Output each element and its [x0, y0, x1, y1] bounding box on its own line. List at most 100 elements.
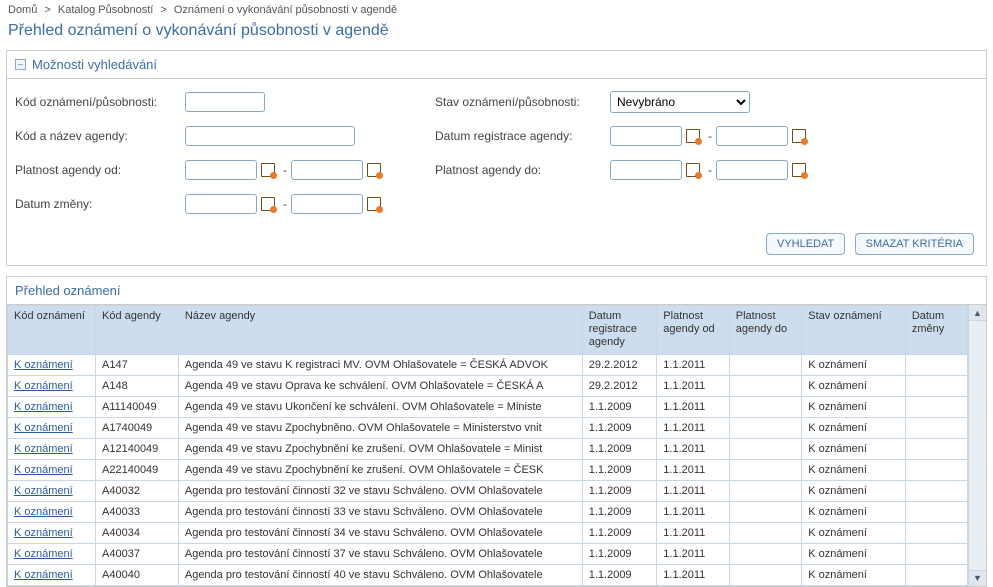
- oznameni-link[interactable]: K oznámení: [14, 485, 73, 497]
- table-header[interactable]: Kód agendy: [96, 306, 179, 355]
- breadcrumb-item[interactable]: Domů: [8, 4, 37, 16]
- table-cell: K oznámení: [802, 354, 906, 375]
- input-platnost-do-to[interactable]: [716, 160, 788, 180]
- oznameni-link[interactable]: K oznámení: [14, 527, 73, 539]
- oznameni-link[interactable]: K oznámení: [14, 359, 73, 371]
- table-cell: 1.1.2009: [582, 564, 657, 585]
- table-header[interactable]: Stav oznámení: [802, 306, 906, 355]
- input-datum-registrace-from[interactable]: [610, 126, 682, 146]
- table-cell: 1.1.2011: [657, 396, 729, 417]
- table-cell: Agenda 49 ve stavu Zpochybnění ke zrušen…: [178, 459, 582, 480]
- table-cell: A22140049: [96, 459, 179, 480]
- calendar-icon[interactable]: [792, 163, 806, 177]
- table-cell: [729, 564, 801, 585]
- table-cell: K oznámení: [802, 522, 906, 543]
- oznameni-link[interactable]: K oznámení: [14, 506, 73, 518]
- table-cell: Agenda 49 ve stavu Zpochybnění ke zrušen…: [178, 438, 582, 459]
- vyhledat-button[interactable]: VYHLEDAT: [766, 233, 845, 255]
- table-cell: 1.1.2011: [657, 354, 729, 375]
- table-cell: A11140049: [96, 396, 179, 417]
- input-platnost-od-from[interactable]: [185, 160, 257, 180]
- oznameni-link[interactable]: K oznámení: [14, 380, 73, 392]
- table-header[interactable]: Datum registrace agendy: [582, 306, 657, 355]
- input-platnost-do-from[interactable]: [610, 160, 682, 180]
- table-cell: [905, 396, 967, 417]
- table-row: K oznámení A1740049Agenda 49 ve stavu Zpo…: [8, 417, 968, 438]
- table-cell: 1.1.2009: [582, 501, 657, 522]
- table-cell: [729, 354, 801, 375]
- results-table-wrap: Kód oznámeníKód agendyNázev agendyDatum …: [7, 305, 986, 586]
- smazat-kriteria-button[interactable]: SMAZAT KRITÉRIA: [855, 233, 974, 255]
- table-cell: [729, 459, 801, 480]
- table-header[interactable]: Platnost agendy od: [657, 306, 729, 355]
- range-sep: -: [283, 163, 287, 177]
- calendar-icon[interactable]: [367, 163, 381, 177]
- table-row: K oznámeníA40034Agenda pro testování čin…: [8, 522, 968, 543]
- calendar-icon[interactable]: [261, 197, 275, 211]
- calendar-icon[interactable]: [686, 129, 700, 143]
- table-header[interactable]: Kód oznámení: [8, 306, 96, 355]
- scroll-down-icon[interactable]: ▼: [969, 570, 986, 586]
- table-cell: 1.1.2011: [657, 564, 729, 585]
- oznameni-link[interactable]: K oznámení: [14, 464, 73, 476]
- search-panel-header: – Možnosti vyhledávání: [7, 51, 986, 79]
- table-cell: Agenda pro testování činností 40 ve stav…: [178, 564, 582, 585]
- table-cell: Agenda pro testování činností 33 ve stav…: [178, 501, 582, 522]
- table-row: K oznámení A40040Agenda pro testování čin…: [8, 564, 968, 585]
- table-cell: Agenda pro testování činností 32 ve stav…: [178, 480, 582, 501]
- input-kod-oznameni[interactable]: [185, 92, 265, 112]
- breadcrumb-item-current: Oznámení o vykonávání působnosti v agend…: [174, 4, 397, 16]
- table-cell: A40033: [96, 501, 179, 522]
- scroll-up-icon[interactable]: ▲: [969, 305, 986, 321]
- oznameni-link[interactable]: K oznámení: [14, 443, 73, 455]
- table-cell: K oznámení: [802, 459, 906, 480]
- input-kod-nazev-agendy[interactable]: [185, 126, 355, 146]
- table-cell: K oznámení: [802, 564, 906, 585]
- calendar-icon[interactable]: [367, 197, 381, 211]
- label-datum-zmeny: Datum změny:: [15, 197, 185, 211]
- table-cell: K oznámení: [802, 417, 906, 438]
- table-cell: [905, 501, 967, 522]
- results-panel-header: Přehled oznámení: [7, 277, 986, 305]
- table-cell: A148: [96, 375, 179, 396]
- table-cell: A40040: [96, 564, 179, 585]
- input-datum-registrace-to[interactable]: [716, 126, 788, 146]
- table-scrollbar[interactable]: ▲ ▼: [968, 305, 986, 586]
- table-cell: [905, 459, 967, 480]
- label-stav-oznameni: Stav oznámení/působnosti:: [435, 95, 610, 109]
- calendar-icon[interactable]: [261, 163, 275, 177]
- breadcrumb-item[interactable]: Katalog Působností: [58, 4, 153, 16]
- table-cell: K oznámení: [802, 396, 906, 417]
- collapse-icon[interactable]: –: [15, 59, 26, 70]
- oznameni-link[interactable]: K oznámení: [14, 401, 73, 413]
- input-datum-zmeny-to[interactable]: [291, 194, 363, 214]
- table-row: K oznámení A22140049Agenda 49 ve stavu Zp…: [8, 459, 968, 480]
- table-cell: A147: [96, 354, 179, 375]
- table-cell: [729, 417, 801, 438]
- oznameni-link[interactable]: K oznámení: [14, 422, 73, 434]
- search-form: Kód oznámení/působnosti: Kód a název age…: [7, 79, 986, 265]
- table-cell: 1.1.2009: [582, 396, 657, 417]
- table-cell: [905, 564, 967, 585]
- breadcrumb-sep: >: [44, 4, 50, 16]
- calendar-icon[interactable]: [792, 129, 806, 143]
- table-header[interactable]: Platnost agendy do: [729, 306, 801, 355]
- table-cell: A1740049: [96, 417, 179, 438]
- oznameni-link[interactable]: K oznámení: [14, 569, 73, 581]
- table-cell: Agenda 49 ve stavu Zpochybněno. OVM Ohla…: [178, 417, 582, 438]
- input-datum-zmeny-from[interactable]: [185, 194, 257, 214]
- select-stav-oznameni[interactable]: Nevybráno: [610, 91, 750, 113]
- table-header[interactable]: Datum změny: [905, 306, 967, 355]
- calendar-icon[interactable]: [686, 163, 700, 177]
- table-cell: 1.1.2011: [657, 501, 729, 522]
- table-cell: A40032: [96, 480, 179, 501]
- table-cell: [729, 438, 801, 459]
- table-cell: 29.2.2012: [582, 375, 657, 396]
- table-header[interactable]: Název agendy: [178, 306, 582, 355]
- range-sep: -: [708, 163, 712, 177]
- table-cell: [905, 480, 967, 501]
- label-kod-oznameni: Kód oznámení/působnosti:: [15, 95, 185, 109]
- table-cell: K oznámení: [802, 501, 906, 522]
- input-platnost-od-to[interactable]: [291, 160, 363, 180]
- table-cell: 1.1.2009: [582, 438, 657, 459]
